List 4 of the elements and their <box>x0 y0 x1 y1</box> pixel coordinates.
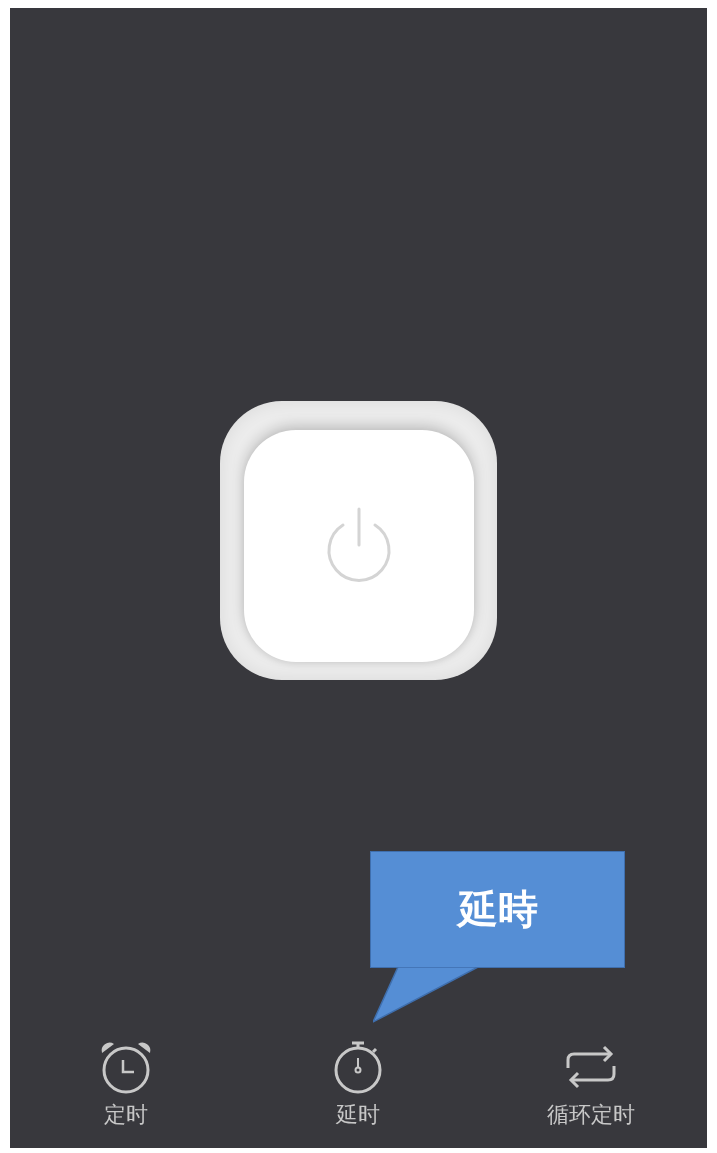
tab[interactable]: 循环定时 <box>474 1036 707 1148</box>
power-button[interactable] <box>220 400 497 680</box>
tab[interactable]: 延时 <box>242 1036 475 1148</box>
tab[interactable]: 定时 <box>10 1036 243 1148</box>
